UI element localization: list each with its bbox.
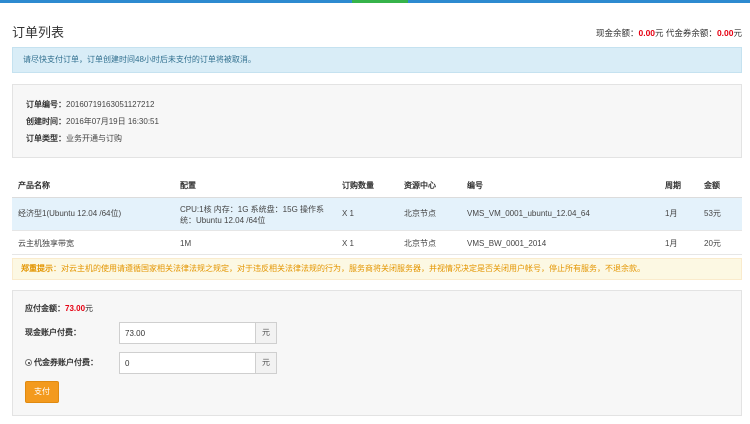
page-title: 订单列表	[12, 25, 65, 40]
voucher-balance-unit: 元	[733, 28, 742, 38]
cash-payment-input-group: 元	[119, 322, 277, 344]
voucher-balance-label: 代金券余额：	[665, 28, 717, 38]
top-accent-bar	[0, 0, 750, 3]
cell-amount: 20元	[704, 239, 721, 248]
pay-button[interactable]: 支付	[25, 381, 59, 403]
voucher-radio-icon[interactable]	[25, 359, 32, 366]
column-header-amount: 金额	[704, 181, 720, 190]
order-items-table: 产品名称 配置 订购数量 资源中心 编号 周期 金额 经济型1(Ubuntu 1…	[12, 174, 742, 255]
top-accent-active-segment	[352, 0, 408, 3]
column-header-product: 产品名称	[18, 181, 50, 190]
cell-config: CPU:1核 内存：1G 系统盘：15G 操作系统：Ubuntu 12.04 /…	[180, 205, 325, 225]
legal-warning-title: 郑重提示	[21, 264, 53, 273]
order-type-value: 业务开通与订购	[66, 134, 122, 143]
legal-warning-text: ：对云主机的使用请遵循国家相关法律法规之规定，对于违反相关法律法规的行为，服务商…	[53, 264, 645, 273]
column-header-period: 周期	[665, 181, 681, 190]
amount-due-label: 应付金额：	[25, 304, 65, 313]
amount-due-value: 73.00	[65, 304, 86, 313]
order-created-row: 创建时间：2016年07月19日 16:30:51	[26, 113, 741, 130]
payment-panel: 应付金额：73.00元 现金账户付费： 元 代金券账户付费： 元 支付	[12, 290, 742, 416]
order-number-label: 订单编号：	[26, 100, 66, 109]
cell-resource-center: 北京节点	[404, 239, 436, 248]
cash-payment-unit: 元	[255, 323, 276, 343]
cell-quantity: X 1	[342, 209, 355, 218]
order-type-label: 订单类型：	[26, 134, 66, 143]
cell-quantity: X 1	[342, 239, 355, 248]
cash-payment-label: 现金账户付费：	[25, 328, 81, 337]
cell-code: VMS_VM_0001_ubuntu_12.04_64	[467, 209, 590, 218]
amount-due-unit: 元	[85, 304, 94, 313]
column-header-resource-center: 资源中心	[404, 181, 436, 190]
cash-payment-input[interactable]	[120, 323, 255, 343]
amount-due: 应付金额：73.00元	[25, 303, 93, 314]
page-header: 订单列表 现金余额：0.00元 代金券余额：0.00元	[12, 22, 742, 44]
cash-balance-value: 0.00	[638, 28, 656, 38]
order-number-row: 订单编号：20160719163051127212	[26, 96, 741, 113]
order-number-value: 20160719163051127212	[66, 100, 155, 109]
table-row: 云主机独享带宽 1M X 1 北京节点 VMS_BW_0001_2014 1月 …	[12, 231, 742, 255]
table-header: 产品名称 配置 订购数量 资源中心 编号 周期 金额	[12, 174, 742, 198]
voucher-payment-unit: 元	[255, 353, 276, 373]
legal-warning-banner: 郑重提示：对云主机的使用请遵循国家相关法律法规之规定，对于违反相关法律法规的行为…	[12, 258, 742, 280]
voucher-payment-option[interactable]: 代金券账户付费：	[25, 352, 98, 374]
cell-amount: 53元	[704, 209, 721, 218]
voucher-payment-input-group: 元	[119, 352, 277, 374]
cash-balance-unit: 元	[655, 28, 664, 38]
column-header-config: 配置	[180, 181, 196, 190]
voucher-balance-value: 0.00	[716, 28, 734, 38]
cash-payment-row: 现金账户付费： 元	[25, 322, 285, 344]
cell-product: 经济型1(Ubuntu 12.04 /64位)	[18, 209, 122, 218]
order-created-value: 2016年07月19日 16:30:51	[66, 117, 159, 126]
balance-summary: 现金余额：0.00元 代金券余额：0.00元	[596, 27, 742, 39]
voucher-payment-label: 代金券账户付费：	[34, 358, 98, 367]
cell-product: 云主机独享带宽	[18, 239, 74, 248]
cell-period: 1月	[665, 209, 678, 218]
order-created-label: 创建时间：	[26, 117, 66, 126]
cell-period: 1月	[665, 239, 678, 248]
cell-code: VMS_BW_0001_2014	[467, 239, 547, 248]
voucher-payment-row: 代金券账户付费： 元	[25, 352, 285, 374]
voucher-payment-input[interactable]	[120, 353, 255, 373]
column-header-quantity: 订购数量	[342, 181, 374, 190]
cell-config: 1M	[180, 239, 192, 248]
table-row: 经济型1(Ubuntu 12.04 /64位) CPU:1核 内存：1G 系统盘…	[12, 198, 742, 231]
order-type-row: 订单类型：业务开通与订购	[26, 130, 741, 147]
column-header-code: 编号	[467, 181, 483, 190]
cash-balance-label: 现金余额：	[595, 28, 639, 38]
cell-resource-center: 北京节点	[404, 209, 436, 218]
payment-deadline-notice: 请尽快支付订单，订单创建时间48小时后未支付的订单将被取消。	[12, 47, 742, 73]
order-info-panel: 订单编号：20160719163051127212 创建时间：2016年07月1…	[12, 84, 742, 158]
